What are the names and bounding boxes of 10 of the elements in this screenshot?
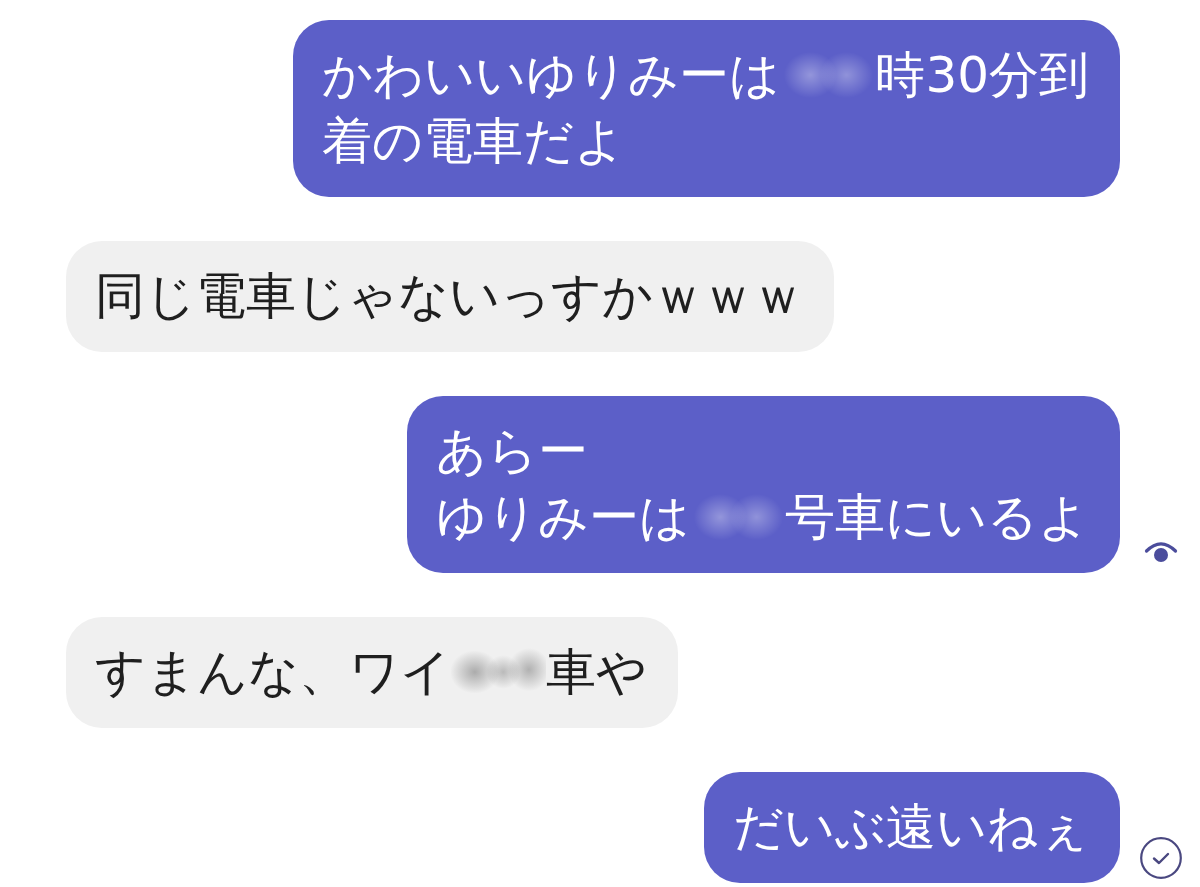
message-text: ゆりみーは bbox=[436, 487, 690, 548]
message-text: 号車にいるよ bbox=[785, 487, 1089, 548]
message-text: 時30分到 bbox=[875, 45, 1089, 106]
message-text: 車や bbox=[546, 642, 647, 703]
message-text: 着の電車だよ bbox=[322, 111, 626, 172]
message-text: 同じ電車じゃないっすかｗｗｗ bbox=[95, 266, 803, 327]
message-text: すまんな、ワイ bbox=[95, 642, 451, 703]
message-text: あらー bbox=[436, 421, 588, 482]
message-text: かわいいゆりみーは bbox=[322, 45, 781, 106]
message-text: だいぶ遠いねぇ bbox=[733, 797, 1089, 858]
